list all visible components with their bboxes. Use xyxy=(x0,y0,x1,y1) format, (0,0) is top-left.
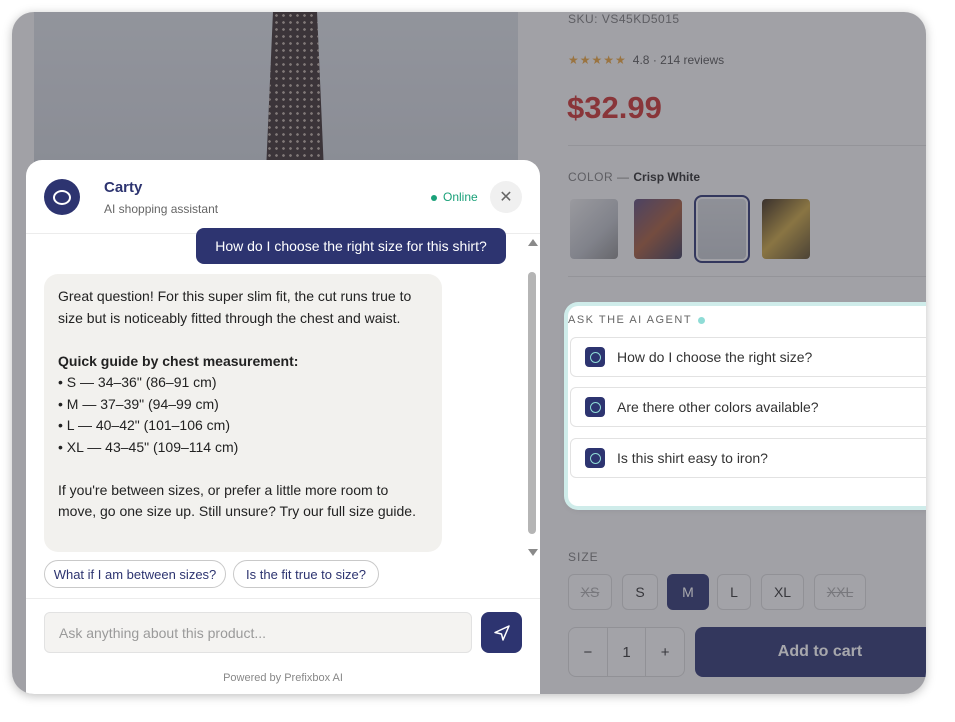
chat-scrollbar[interactable] xyxy=(526,236,538,560)
guide-item: • L — 40–42" (101–106 cm) xyxy=(58,417,231,433)
guide-item: • S — 34–36" (86–91 cm) xyxy=(58,374,217,390)
bot-intro: Great question! For this super slim fit,… xyxy=(58,288,412,326)
ai-question-size[interactable]: How do I choose the right size? xyxy=(570,337,926,377)
suggestion-chip-fit[interactable]: Is the fit true to size? xyxy=(233,560,379,588)
scroll-up-arrow-icon[interactable] xyxy=(528,239,538,246)
compass-icon xyxy=(585,347,605,367)
chat-input[interactable] xyxy=(44,612,472,653)
send-button[interactable] xyxy=(481,612,522,653)
ai-question-iron[interactable]: Is this shirt easy to iron? xyxy=(570,438,926,478)
chat-bubble-icon xyxy=(44,179,80,215)
guide-item: • M — 37–39" (94–99 cm) xyxy=(58,395,219,412)
app-frame: SKU: VS45KD5015 ★★★★★ 4.8 · 214 reviews $… xyxy=(12,12,926,694)
ai-question-colors[interactable]: Are there other colors available? xyxy=(570,387,926,427)
bot-subtitle: AI shopping assistant xyxy=(104,202,219,216)
online-dot-icon xyxy=(431,194,437,201)
status-dot-icon xyxy=(698,316,706,324)
palette-icon xyxy=(585,397,605,417)
ai-agent-title: ASK THE AI AGENT xyxy=(568,314,706,326)
send-icon xyxy=(493,624,510,641)
divider xyxy=(26,598,540,599)
bot-outro: If you're between sizes, or prefer a lit… xyxy=(58,481,416,520)
bot-name: Carty xyxy=(104,179,143,196)
close-button[interactable]: ✕ xyxy=(490,181,522,213)
suggestion-chip-between-sizes[interactable]: What if I am between sizes? xyxy=(44,560,226,588)
iron-icon xyxy=(585,448,605,468)
guide-item: • XL — 43–45" (109–114 cm) xyxy=(58,438,239,455)
scroll-down-arrow-icon[interactable] xyxy=(528,549,538,556)
guide-title: Quick guide by chest measurement: xyxy=(58,352,299,369)
powered-by: Powered by Prefixbox AI xyxy=(223,672,343,684)
online-status: Online xyxy=(431,190,478,204)
user-message: How do I choose the right size for this … xyxy=(196,228,506,264)
ai-agent-card: ASK THE AI AGENT How do I choose the rig… xyxy=(568,306,926,506)
chat-header: Carty AI shopping assistant Online ✕ xyxy=(26,160,540,234)
scroll-thumb[interactable] xyxy=(528,272,536,534)
bot-message: Great question! For this super slim fit,… xyxy=(44,274,442,552)
chat-panel: Carty AI shopping assistant Online ✕ How… xyxy=(26,160,540,694)
